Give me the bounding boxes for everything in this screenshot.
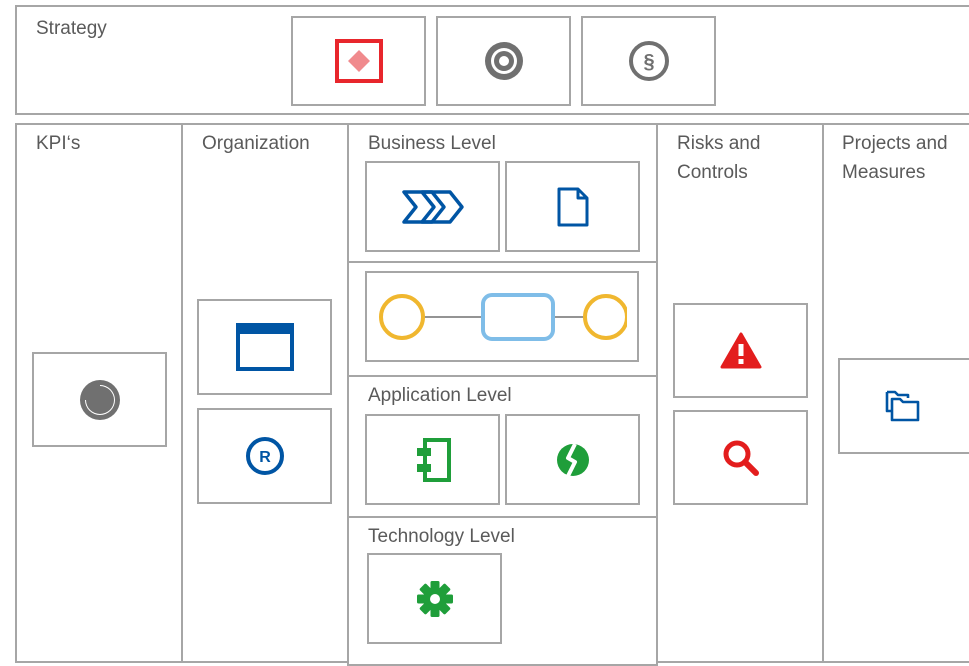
technology-gear-tile[interactable] bbox=[367, 553, 502, 644]
diamond-icon bbox=[334, 39, 383, 83]
application-interface-tile[interactable] bbox=[505, 414, 640, 505]
business-value-chain-tile[interactable] bbox=[365, 161, 500, 252]
pie-chart-icon bbox=[79, 379, 120, 420]
event-circle-icon bbox=[379, 293, 425, 340]
organization-window-tile[interactable] bbox=[197, 299, 332, 395]
strategy-label: Strategy bbox=[36, 18, 107, 39]
projects-measures-label: Projects and Measures bbox=[842, 133, 948, 183]
paragraph-icon: § bbox=[628, 41, 669, 81]
target-icon bbox=[484, 42, 523, 80]
svg-text:R: R bbox=[259, 449, 271, 466]
folders-icon bbox=[885, 390, 920, 422]
svg-text:§: § bbox=[643, 51, 654, 73]
event-circle-icon bbox=[583, 293, 627, 340]
search-icon bbox=[723, 440, 759, 476]
value-chain-icon bbox=[401, 189, 464, 224]
risks-controls-label: Risks and Controls bbox=[677, 133, 761, 183]
component-icon bbox=[416, 437, 451, 482]
function-rectangle-icon bbox=[481, 292, 555, 341]
strategy-paragraph-tile[interactable]: § bbox=[581, 16, 716, 106]
organization-role-tile[interactable]: R bbox=[197, 408, 332, 504]
controls-search-tile[interactable] bbox=[673, 410, 808, 505]
window-icon bbox=[235, 323, 294, 371]
organization-label: Organization bbox=[202, 133, 310, 154]
document-icon bbox=[557, 187, 588, 226]
strategy-target-tile[interactable] bbox=[436, 16, 571, 106]
gear-icon bbox=[416, 580, 453, 617]
role-icon: R bbox=[245, 437, 284, 475]
risks-warning-tile[interactable] bbox=[673, 303, 808, 398]
process-flow-tile[interactable] bbox=[365, 271, 639, 362]
technology-level-label: Technology Level bbox=[368, 526, 515, 547]
kpi-pie-tile[interactable] bbox=[32, 352, 167, 447]
strategy-diamond-tile[interactable] bbox=[291, 16, 426, 106]
warning-icon bbox=[720, 332, 761, 368]
interface-icon bbox=[556, 442, 589, 477]
business-document-tile[interactable] bbox=[505, 161, 640, 252]
application-level-label: Application Level bbox=[368, 385, 512, 406]
kpis-label: KPI‘s bbox=[36, 133, 81, 154]
projects-folders-tile[interactable] bbox=[838, 358, 969, 454]
application-component-tile[interactable] bbox=[365, 414, 500, 505]
process-flow-icon bbox=[379, 292, 627, 341]
business-level-label: Business Level bbox=[368, 133, 496, 154]
